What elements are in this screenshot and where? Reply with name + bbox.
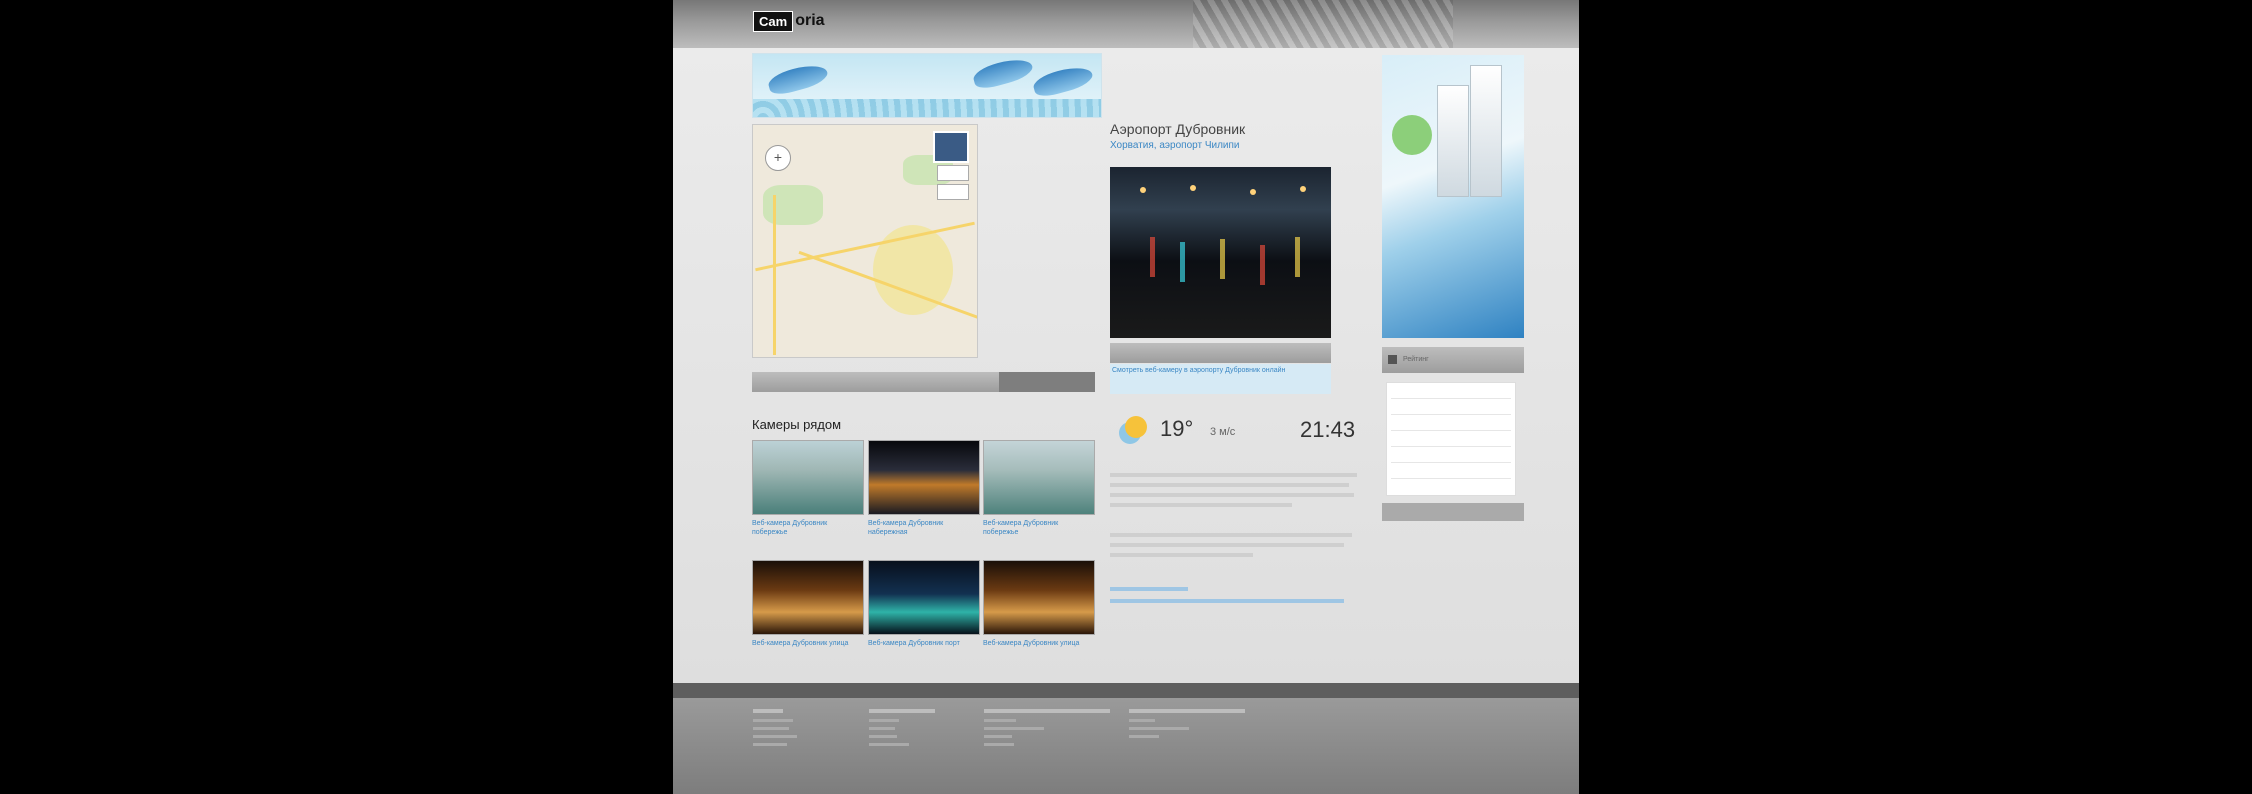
page-title: Аэропорт Дубровник bbox=[1110, 121, 1246, 137]
webcam-thumbnail[interactable] bbox=[868, 440, 980, 515]
list-item[interactable] bbox=[1391, 434, 1511, 447]
light-dot bbox=[1250, 189, 1256, 195]
side-panel-list bbox=[1386, 382, 1516, 496]
webcam-link[interactable]: Веб-камера Дубровник набережная bbox=[868, 519, 978, 537]
page: Cam oria + Аэропорт Дубровник Хорватия, … bbox=[673, 0, 1579, 794]
dolphin-graphic bbox=[1031, 62, 1095, 100]
light-dot bbox=[1300, 186, 1306, 192]
side-panel-header: Рейтинг bbox=[1382, 347, 1524, 373]
tower-graphic bbox=[1470, 65, 1502, 197]
list-item[interactable] bbox=[1391, 386, 1511, 399]
map-road bbox=[773, 195, 776, 355]
tower-graphic bbox=[1437, 85, 1469, 197]
webcam-thumbnail[interactable] bbox=[752, 560, 864, 635]
webcam-link[interactable]: Веб-камера Дубровник побережье bbox=[752, 519, 862, 537]
promo-banner[interactable] bbox=[752, 53, 1102, 118]
reflection bbox=[1150, 237, 1155, 277]
list-item[interactable] bbox=[1391, 450, 1511, 463]
player-controls[interactable] bbox=[1110, 343, 1331, 363]
webcam-thumbnail[interactable] bbox=[752, 440, 864, 515]
footer-column bbox=[1129, 703, 1249, 743]
temperature-readout: 19° bbox=[1160, 416, 1194, 441]
webcam-link[interactable]: Веб-камера Дубровник побережье bbox=[983, 519, 1093, 537]
map-view[interactable]: + bbox=[752, 124, 978, 358]
list-item[interactable] bbox=[1391, 466, 1511, 479]
logo-box-text: Cam bbox=[753, 10, 794, 32]
webcam-link[interactable]: Веб-камера Дубровник улица bbox=[752, 639, 862, 648]
webcam-card[interactable]: Веб-камера Дубровник набережная bbox=[868, 440, 980, 537]
webcam-card[interactable]: Веб-камера Дубровник улица bbox=[752, 560, 864, 648]
footer-bar bbox=[673, 683, 1579, 698]
logo-text: oria bbox=[795, 12, 825, 29]
webcam-link[interactable]: Веб-камера Дубровник порт bbox=[868, 639, 978, 648]
list-item[interactable] bbox=[1391, 418, 1511, 431]
footer-column bbox=[753, 703, 813, 751]
list-item[interactable] bbox=[1391, 402, 1511, 415]
light-dot bbox=[1140, 187, 1146, 193]
description-links[interactable] bbox=[1110, 584, 1370, 608]
webcam-link[interactable]: Веб-камера Дубровник улица bbox=[983, 639, 1093, 648]
webcam-card[interactable]: Веб-камера Дубровник улица bbox=[983, 560, 1095, 648]
webcam-thumbnail[interactable] bbox=[983, 560, 1095, 635]
site-footer bbox=[673, 698, 1579, 794]
webcam-thumbnail[interactable] bbox=[868, 560, 980, 635]
map-toolbar-button[interactable] bbox=[999, 372, 1095, 392]
webcam-card[interactable]: Веб-камера Дубровник побережье bbox=[983, 440, 1095, 537]
light-dot bbox=[1190, 185, 1196, 191]
satellite-thumb-icon[interactable] bbox=[933, 131, 969, 163]
logo[interactable]: Cam oria bbox=[753, 10, 825, 32]
side-advert[interactable] bbox=[1382, 55, 1524, 338]
side-panel-footer bbox=[1382, 503, 1524, 521]
local-time: 21:43 bbox=[1300, 417, 1356, 442]
footer-column bbox=[984, 703, 1114, 751]
webcam-photo[interactable] bbox=[1110, 167, 1331, 338]
footer-column bbox=[869, 703, 939, 751]
dolphin-graphic bbox=[971, 54, 1035, 92]
site-header: Cam oria bbox=[673, 0, 1579, 48]
map-toolbar bbox=[752, 372, 1095, 392]
map-type-buttons[interactable] bbox=[937, 165, 969, 203]
tree-graphic bbox=[1392, 115, 1432, 155]
wind-readout: 3 м/с bbox=[1210, 426, 1236, 438]
dolphin-graphic bbox=[766, 60, 830, 98]
description-text bbox=[1110, 530, 1370, 564]
header-decoration bbox=[1193, 0, 1453, 48]
reflection bbox=[1295, 237, 1300, 277]
reflection bbox=[1260, 245, 1265, 285]
location-link[interactable]: Хорватия, аэропорт Чилипи bbox=[1110, 140, 1240, 151]
side-panel-label: Рейтинг bbox=[1402, 356, 1429, 363]
section-title: Камеры рядом bbox=[752, 417, 842, 432]
webcam-card[interactable]: Веб-камера Дубровник порт bbox=[868, 560, 980, 648]
side-square-icon bbox=[1388, 354, 1397, 364]
description-text bbox=[1110, 470, 1370, 518]
map-park bbox=[763, 185, 823, 225]
wave-graphic bbox=[753, 99, 1101, 117]
photo-caption[interactable]: Смотреть веб-камеру в аэропорту Дубровни… bbox=[1110, 364, 1331, 394]
weather-sun-icon bbox=[1125, 416, 1147, 438]
reflection bbox=[1220, 239, 1225, 279]
map-type-button[interactable] bbox=[937, 184, 969, 200]
map-type-button[interactable] bbox=[937, 165, 969, 181]
zoom-control-icon[interactable]: + bbox=[765, 145, 791, 171]
reflection bbox=[1180, 242, 1185, 282]
webcam-card[interactable]: Веб-камера Дубровник побережье bbox=[752, 440, 864, 537]
webcam-thumbnail[interactable] bbox=[983, 440, 1095, 515]
